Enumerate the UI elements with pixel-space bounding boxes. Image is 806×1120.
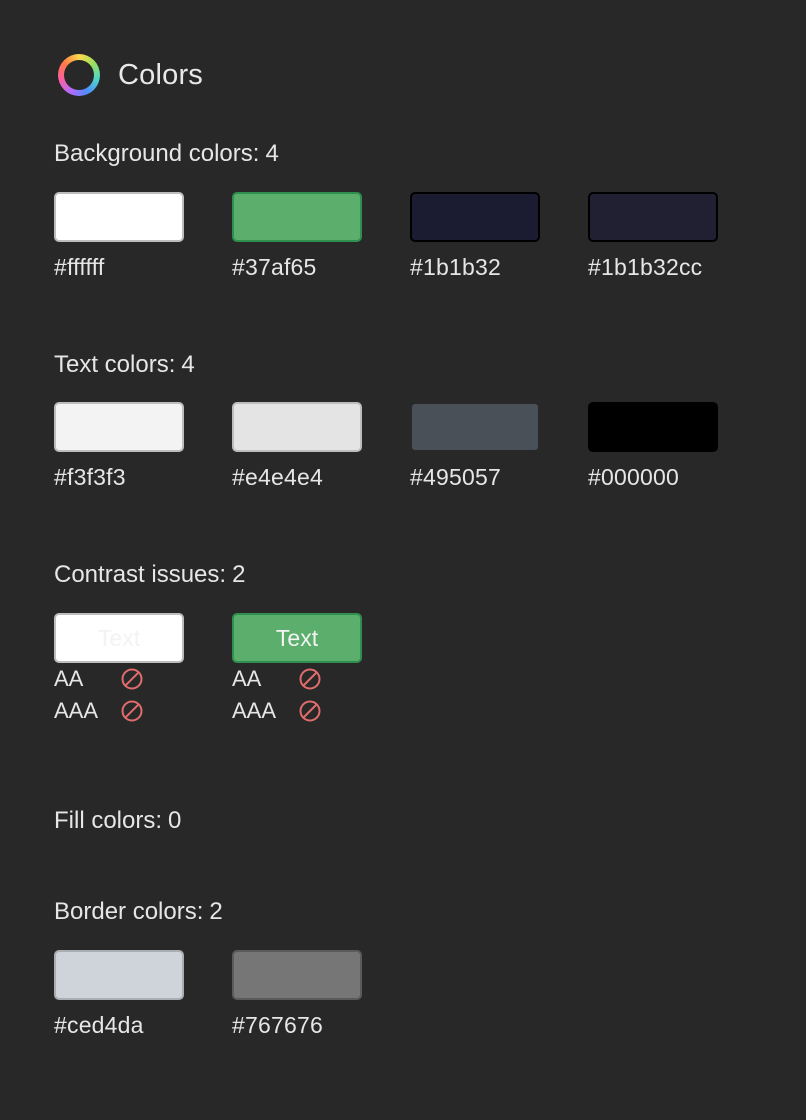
swatch-box[interactable]	[232, 192, 362, 242]
background-colors-heading: Background colors: 4	[54, 140, 279, 168]
color-wheel-icon	[58, 54, 100, 96]
text-swatch-row: #f3f3f3 #e4e4e4 #495057 #000000	[54, 402, 766, 491]
swatch-label: #ffffff	[54, 254, 105, 280]
color-swatch[interactable]: #1b1b32	[410, 192, 588, 281]
fail-icon	[121, 668, 143, 690]
panel-title: Colors	[118, 58, 203, 91]
rating-level: AA	[232, 666, 262, 691]
fail-icon	[299, 700, 321, 722]
contrast-sample-text: Text	[97, 624, 141, 651]
contrast-rating-aaa: AAA	[54, 695, 232, 727]
contrast-rating-aa: AA	[232, 663, 410, 695]
border-colors-heading: Border colors: 2	[54, 898, 223, 926]
color-swatch[interactable]: #37af65	[232, 192, 410, 281]
swatch-label: #1b1b32	[410, 254, 501, 280]
fail-icon	[121, 700, 143, 722]
panel-header: Colors	[58, 54, 203, 96]
contrast-issues-heading: Contrast issues: 2	[54, 561, 245, 589]
color-swatch[interactable]: #ced4da	[54, 950, 232, 1039]
text-colors-count: 4	[181, 351, 195, 378]
color-swatch[interactable]: #000000	[588, 402, 766, 491]
contrast-issues-count: 2	[232, 561, 246, 588]
colors-panel: Colors Background colors: 4 #ffffff #37af…	[0, 0, 806, 1120]
swatch-box[interactable]	[54, 192, 184, 242]
border-colors-count: 2	[209, 898, 223, 925]
text-colors-heading: Text colors: 4	[54, 351, 195, 379]
swatch-label: #f3f3f3	[54, 464, 126, 490]
border-swatch-row: #ced4da #767676	[54, 950, 410, 1039]
color-swatch[interactable]: #495057	[410, 402, 588, 491]
swatch-label: #000000	[588, 464, 679, 490]
swatch-box[interactable]	[232, 402, 362, 452]
rating-level: AAA	[232, 698, 277, 723]
swatch-box[interactable]	[232, 950, 362, 1000]
contrast-issues-label: Contrast issues:	[54, 561, 227, 588]
border-colors-label: Border colors:	[54, 898, 204, 925]
swatch-label: #1b1b32cc	[588, 254, 703, 280]
swatch-box[interactable]	[54, 950, 184, 1000]
rating-level: AAA	[54, 698, 99, 723]
swatch-box[interactable]	[410, 402, 540, 452]
swatch-box[interactable]	[54, 402, 184, 452]
background-colors-count: 4	[265, 140, 279, 167]
swatch-box[interactable]	[410, 192, 540, 242]
color-swatch[interactable]: #ffffff	[54, 192, 232, 281]
swatch-label: #e4e4e4	[232, 464, 323, 490]
contrast-sample-text: Text	[275, 624, 319, 651]
color-swatch[interactable]: #e4e4e4	[232, 402, 410, 491]
contrast-sample[interactable]: Text	[54, 613, 184, 663]
swatch-box[interactable]	[588, 402, 718, 452]
color-swatch[interactable]: #f3f3f3	[54, 402, 232, 491]
swatch-label: #495057	[410, 464, 501, 490]
fill-colors-label: Fill colors:	[54, 807, 163, 834]
background-colors-label: Background colors:	[54, 140, 260, 167]
fail-icon	[299, 668, 321, 690]
background-swatch-row: #ffffff #37af65 #1b1b32 #1b1b32cc	[54, 192, 766, 281]
contrast-rating-aa: AA	[54, 663, 232, 695]
swatch-label: #ced4da	[54, 1012, 144, 1038]
contrast-issues-row: Text AA AAA Text AA AAA	[54, 613, 410, 727]
contrast-rating-aaa: AAA	[232, 695, 410, 727]
fill-colors-heading: Fill colors: 0	[54, 807, 181, 835]
swatch-box[interactable]	[588, 192, 718, 242]
contrast-sample[interactable]: Text	[232, 613, 362, 663]
color-swatch[interactable]: #767676	[232, 950, 410, 1039]
swatch-label: #37af65	[232, 254, 317, 280]
fill-colors-count: 0	[168, 807, 182, 834]
swatch-label: #767676	[232, 1012, 323, 1038]
color-swatch[interactable]: #1b1b32cc	[588, 192, 766, 281]
contrast-issue[interactable]: Text AA AAA	[232, 613, 410, 727]
contrast-issue[interactable]: Text AA AAA	[54, 613, 232, 727]
rating-level: AA	[54, 666, 84, 691]
text-colors-label: Text colors:	[54, 351, 176, 378]
